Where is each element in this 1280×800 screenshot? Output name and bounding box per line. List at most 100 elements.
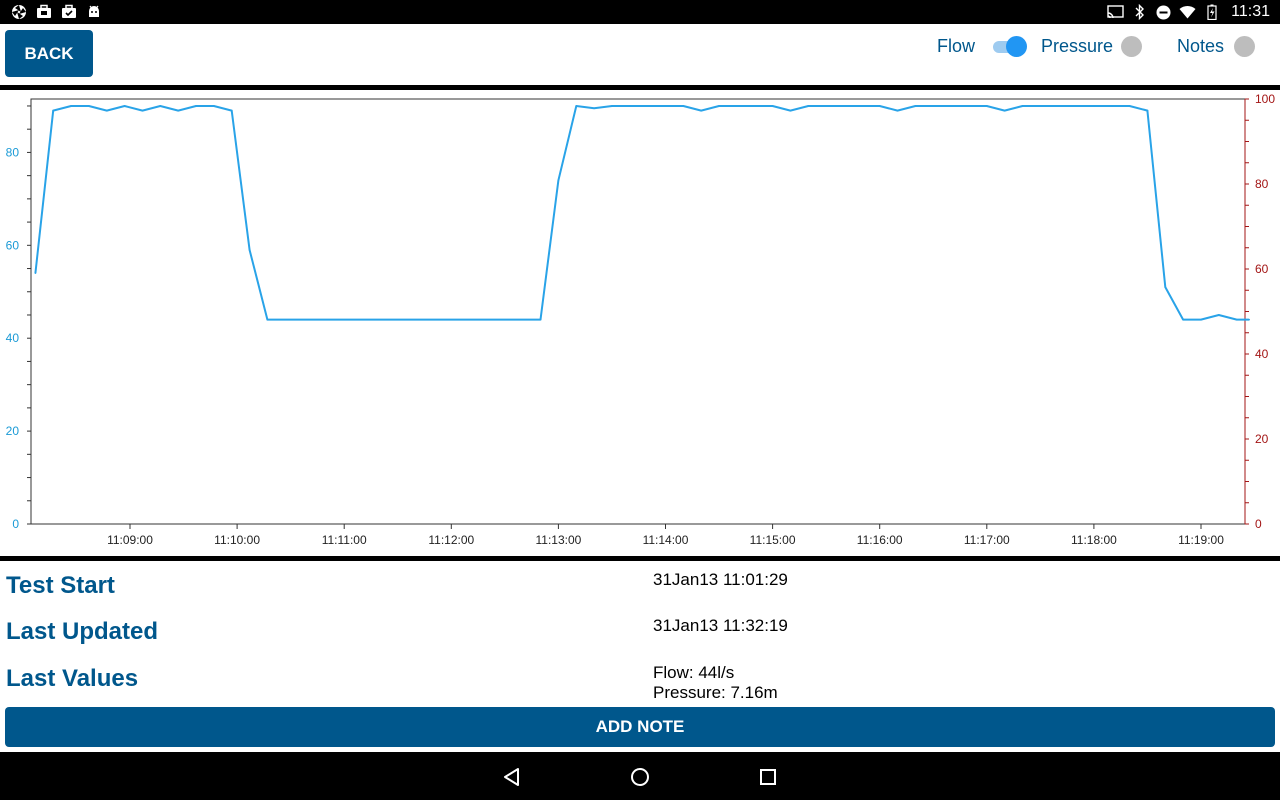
flow-data-point xyxy=(248,249,251,251)
flow-data-point xyxy=(1093,105,1095,107)
wifi-icon xyxy=(1179,4,1196,20)
flow-data-point xyxy=(718,105,720,107)
flow-data-point xyxy=(1218,314,1220,316)
flow-data-point xyxy=(1146,109,1149,112)
last-values-flow: Flow: 44l/s xyxy=(653,663,735,682)
left-axis-label: 80 xyxy=(6,145,20,159)
x-axis-label: 11:16:00 xyxy=(857,533,903,547)
bluetooth-icon xyxy=(1131,4,1148,20)
x-axis-label: 11:10:00 xyxy=(214,533,260,547)
briefcase-check-icon xyxy=(60,4,77,20)
flow-data-point xyxy=(1110,105,1113,107)
flow-data-point xyxy=(539,318,542,321)
x-axis-label: 11:17:00 xyxy=(964,533,1010,547)
flow-data-point xyxy=(896,109,899,112)
flow-data-point xyxy=(807,105,810,107)
left-axis-label: 0 xyxy=(12,517,19,531)
flow-data-point xyxy=(34,272,37,274)
flow-data-point xyxy=(1164,286,1167,288)
status-icons-left xyxy=(10,4,102,20)
last-values-pressure: Pressure: 7.16m xyxy=(653,683,778,702)
test-start-label: Test Start xyxy=(6,572,115,599)
right-axis-label: 20 xyxy=(1255,432,1269,446)
flow-data-point xyxy=(266,318,269,321)
flow-data-point xyxy=(88,105,90,107)
flow-data-point xyxy=(1003,109,1006,112)
status-icons-right: 11:31 xyxy=(1107,3,1270,21)
flow-data-point xyxy=(123,105,126,107)
flow-data-point xyxy=(1182,318,1184,321)
x-axis-label: 11:15:00 xyxy=(750,533,796,547)
flow-data-point xyxy=(557,179,560,182)
flow-data-point xyxy=(177,109,179,112)
last-updated-label: Last Updated xyxy=(6,618,159,645)
clock: 11:31 xyxy=(1231,3,1270,20)
flow-data-point xyxy=(195,105,197,107)
chart-canvas: 0 20 40 60 80 0 20 40 60 80 100 11:09:00 11:10:00 11:… xyxy=(6,92,1276,547)
flow-data-point xyxy=(1248,318,1250,321)
right-axis-label: 100 xyxy=(1255,92,1275,106)
plot-frame xyxy=(30,98,1246,525)
last-values-label: Last Values xyxy=(6,665,139,692)
x-axis-label: 11:12:00 xyxy=(428,533,474,547)
flow-data-point xyxy=(70,105,72,107)
cast-icon xyxy=(1107,4,1124,20)
flow-data-point xyxy=(700,109,702,112)
flow-toggle-group: Flow xyxy=(937,35,1028,57)
x-axis-label: 11:19:00 xyxy=(1178,533,1224,547)
flow-data-point xyxy=(593,107,595,110)
flow-data-point xyxy=(141,109,144,112)
flow-data-point xyxy=(1235,318,1238,321)
aperture-icon xyxy=(10,4,27,20)
do-not-disturb-icon xyxy=(1155,4,1172,20)
flow-data-point xyxy=(682,105,685,107)
right-axis-label: 80 xyxy=(1255,177,1269,191)
x-axis-label: 11:18:00 xyxy=(1071,533,1117,547)
flow-toggle-label: Flow xyxy=(937,35,976,56)
flow-data-point xyxy=(1128,105,1131,107)
test-start-value: 31Jan13 11:01:29 xyxy=(653,570,788,589)
x-axis-label: 11:11:00 xyxy=(322,533,367,547)
x-axis-label: 11:14:00 xyxy=(643,533,689,547)
flow-data-point xyxy=(213,105,215,107)
flow-data-point xyxy=(105,109,108,112)
briefcase-icon xyxy=(35,4,52,20)
flow-data-point xyxy=(575,105,578,107)
flow-data-point xyxy=(230,109,233,112)
last-updated-value: 31Jan13 11:32:19 xyxy=(653,616,788,635)
flow-chart[interactable]: 0 20 40 60 80 0 20 40 60 80 100 11:09:00 11:10:00 11:… xyxy=(0,91,1280,556)
flow-data-point xyxy=(159,105,162,107)
left-axis-label: 20 xyxy=(6,424,20,438)
pressure-toggle-group: Pressure xyxy=(1041,35,1157,57)
recents-nav-icon[interactable] xyxy=(755,764,781,790)
x-axis-label: 11:13:00 xyxy=(535,533,581,547)
flow-data-point xyxy=(1021,105,1024,107)
flow-data-point xyxy=(789,109,792,112)
flow-data-point xyxy=(986,105,988,107)
flow-data-point xyxy=(629,105,631,107)
flow-series-line xyxy=(34,105,1250,321)
navigation-bar xyxy=(0,752,1280,800)
left-axis-label: 60 xyxy=(6,238,20,252)
add-note-button[interactable]: ADD NOTE xyxy=(5,707,1275,747)
notes-toggle-switch[interactable] xyxy=(1234,35,1270,57)
flow-data-point xyxy=(611,105,613,107)
back-button[interactable]: BACK xyxy=(5,30,93,77)
right-axis-label: 0 xyxy=(1255,517,1262,531)
flow-data-point xyxy=(52,109,55,112)
x-axis-label: 11:09:00 xyxy=(107,533,153,547)
home-nav-icon[interactable] xyxy=(627,764,653,790)
flow-toggle-switch[interactable] xyxy=(991,35,1028,57)
status-bar: 11:31 xyxy=(0,0,1280,24)
flow-data-point xyxy=(878,105,881,107)
right-axis-label: 60 xyxy=(1255,262,1269,276)
android-icon xyxy=(85,4,102,20)
back-nav-icon[interactable] xyxy=(499,764,525,790)
test-info-panel: Test Start 31Jan13 11:01:29 Last Updated… xyxy=(0,561,1280,706)
notes-toggle-group: Notes xyxy=(1177,35,1270,57)
left-axis-label: 40 xyxy=(6,331,20,345)
pressure-toggle-switch[interactable] xyxy=(1121,35,1157,57)
right-axis-label: 40 xyxy=(1255,347,1269,361)
flow-data-point xyxy=(771,105,774,107)
top-divider xyxy=(0,85,1280,90)
